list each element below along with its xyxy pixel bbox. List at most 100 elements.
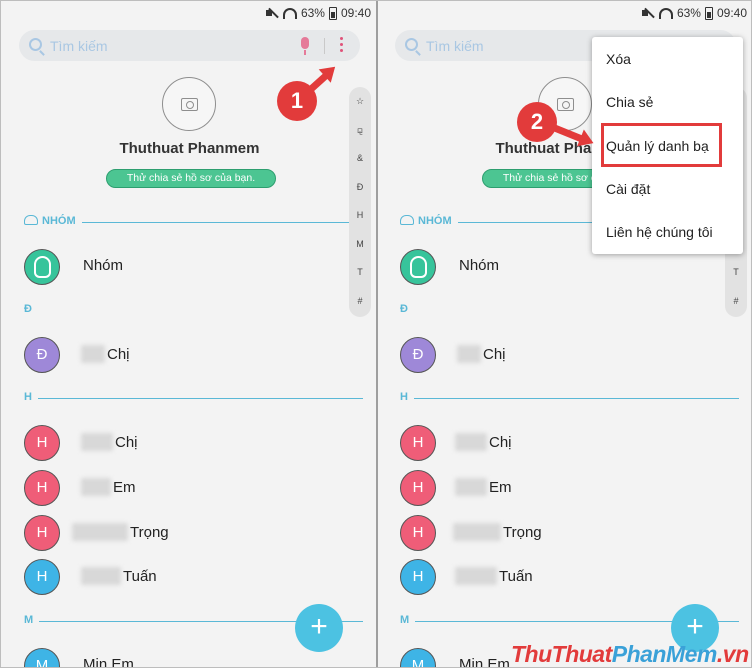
index-letter[interactable]: # — [349, 287, 371, 316]
search-placeholder: Tìm kiếm — [50, 38, 108, 54]
redacted-name — [453, 523, 501, 541]
index-letter[interactable]: & — [349, 144, 371, 173]
step-badge: 2 — [517, 102, 557, 142]
contact-avatar: M — [24, 648, 60, 667]
contact-name: Em — [113, 479, 136, 496]
screenshot-frame: 63% 09:40 Tìm kiếm Thuthuat Phanmem Thử … — [0, 0, 752, 668]
index-letter[interactable]: Đ — [349, 173, 371, 202]
contact-name: Tuấn — [499, 568, 533, 585]
search-divider — [324, 38, 325, 54]
battery-icon — [328, 6, 337, 20]
profile-photo-button[interactable] — [162, 77, 216, 131]
index-letter[interactable]: # — [725, 287, 747, 316]
index-letter[interactable]: H — [349, 201, 371, 230]
clock: 09:40 — [716, 6, 747, 20]
mute-icon — [265, 7, 279, 19]
contact-name: Nhóm — [83, 257, 124, 274]
section-d: Đ — [400, 303, 739, 319]
contacts-screen-left: 63% 09:40 Tìm kiếm Thuthuat Phanmem Thử … — [2, 1, 377, 668]
more-options-icon[interactable] — [340, 37, 344, 55]
mute-icon — [641, 7, 655, 19]
contact-name: Trọng — [503, 524, 542, 541]
group-avatar — [400, 249, 436, 285]
camera-icon — [181, 98, 198, 111]
redacted-name — [72, 523, 128, 541]
redacted-name — [81, 567, 121, 585]
contact-name: Nhóm — [459, 257, 500, 274]
section-label: NHÓM — [418, 215, 452, 227]
redacted-name — [81, 478, 111, 496]
menu-item-contact-us[interactable]: Liên hệ chúng tôi — [606, 224, 713, 240]
search-icon — [405, 38, 418, 51]
index-letter[interactable]: M — [349, 230, 371, 259]
redacted-name — [457, 345, 481, 363]
alphabet-index-scroller[interactable]: ☆ ⚼ & Đ H M T # — [349, 87, 371, 317]
battery-percent: 63% — [300, 6, 325, 20]
contact-avatar: H — [24, 559, 60, 595]
index-letter[interactable]: T — [349, 258, 371, 287]
contact-name: Chị — [489, 434, 512, 451]
search-placeholder: Tìm kiếm — [426, 38, 484, 54]
contact-avatar: Đ — [24, 337, 60, 373]
section-label: M — [24, 614, 40, 626]
menu-item-settings[interactable]: Cài đặt — [606, 181, 650, 197]
contact-avatar: H — [400, 515, 436, 551]
menu-item-share[interactable]: Chia sẻ — [606, 94, 653, 110]
wifi-icon — [658, 7, 673, 19]
status-bar: 63% 09:40 — [265, 5, 371, 21]
section-label: NHÓM — [42, 215, 76, 227]
search-icon — [29, 38, 42, 51]
contact-avatar: H — [400, 470, 436, 506]
section-h: H — [400, 391, 739, 407]
contact-avatar: Đ — [400, 337, 436, 373]
contact-avatar: M — [400, 648, 436, 667]
battery-percent: 63% — [676, 6, 701, 20]
watermark: ThuThuatPhanMem.vn — [511, 641, 749, 667]
section-d: Đ — [24, 303, 363, 319]
profile-name: Thuthuat Phanmem — [119, 140, 260, 157]
menu-item-manage-contacts[interactable]: Quản lý danh bạ — [606, 138, 709, 154]
contact-name: Chị — [483, 346, 506, 363]
camera-icon — [557, 98, 574, 111]
redacted-name — [455, 478, 487, 496]
contact-name: Min Em — [459, 656, 510, 668]
contact-avatar: H — [24, 425, 60, 461]
section-label: Đ — [400, 303, 414, 315]
battery-icon — [704, 6, 713, 20]
contact-avatar: H — [24, 470, 60, 506]
contact-avatar: H — [24, 515, 60, 551]
index-letter[interactable]: ⚼ — [349, 116, 371, 145]
index-letter[interactable]: ☆ — [349, 87, 371, 116]
redacted-name — [455, 567, 497, 585]
overflow-menu: Xóa Chia sẻ Quản lý danh bạ Cài đặt Liên… — [592, 37, 743, 254]
step-badge: 1 — [277, 81, 317, 121]
share-profile-button[interactable]: Thử chia sẻ hồ sơ của bạn. — [106, 169, 276, 188]
menu-item-delete[interactable]: Xóa — [606, 51, 631, 67]
status-bar: 63% 09:40 — [641, 5, 747, 21]
redacted-name — [81, 433, 113, 451]
microphone-icon[interactable] — [301, 37, 309, 55]
redacted-name — [455, 433, 487, 451]
add-contact-button[interactable]: + — [295, 604, 343, 652]
redacted-name — [81, 345, 105, 363]
contact-name: Tuấn — [123, 568, 157, 585]
section-label: H — [400, 391, 414, 403]
contact-avatar: H — [400, 559, 436, 595]
group-icon — [400, 215, 414, 225]
section-label: H — [24, 391, 38, 403]
contact-name: Min Em — [83, 656, 134, 668]
contact-avatar: H — [400, 425, 436, 461]
index-letter[interactable]: T — [725, 258, 747, 287]
search-bar[interactable]: Tìm kiếm — [19, 30, 360, 61]
contact-name: Trọng — [130, 524, 169, 541]
contact-name: Chị — [107, 346, 130, 363]
section-h: H — [24, 391, 363, 407]
wifi-icon — [282, 7, 297, 19]
clock: 09:40 — [340, 6, 371, 20]
person-icon — [34, 256, 51, 278]
contact-name: Chị — [115, 434, 138, 451]
group-icon — [24, 215, 38, 225]
section-groups: NHÓM — [24, 215, 363, 231]
contacts-screen-right: 63% 09:40 Tìm kiếm Thuthuat Phanmem Thử … — [378, 1, 751, 668]
section-label: M — [400, 614, 416, 626]
